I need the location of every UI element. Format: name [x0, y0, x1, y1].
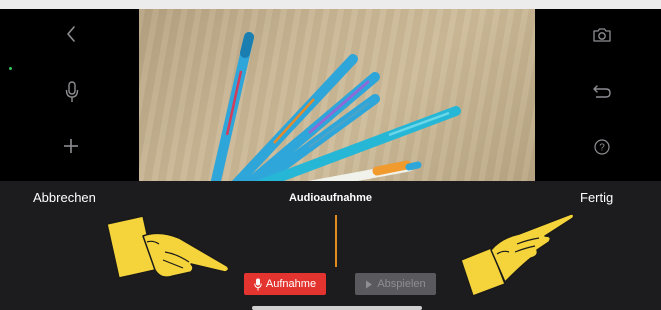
play-icon	[366, 280, 373, 288]
plus-icon[interactable]	[61, 136, 81, 156]
pen-blue-red	[210, 32, 254, 181]
pointing-hand-icon	[460, 213, 575, 297]
play-button[interactable]: Abspielen	[355, 273, 436, 295]
pens-photo	[210, 32, 461, 181]
play-button-label: Abspielen	[377, 278, 426, 290]
home-indicator	[252, 306, 422, 310]
video-preview	[139, 9, 535, 181]
record-button-label: Aufnahme	[265, 278, 317, 290]
microphone-icon[interactable]	[62, 80, 82, 104]
undo-icon[interactable]	[591, 82, 613, 102]
recording-indicator-dot	[9, 67, 12, 70]
panel-title: Audioaufnahme	[288, 192, 373, 204]
help-icon[interactable]: ?	[592, 137, 612, 157]
pointing-hand-icon	[106, 215, 230, 279]
pen-orange-white	[308, 160, 422, 181]
status-bar	[0, 0, 661, 9]
done-button[interactable]: Fertig	[580, 190, 613, 205]
app-window: ? Abbrechen Audioaufnahme Fertig Aufnahm…	[0, 0, 661, 310]
microphone-icon	[254, 278, 262, 290]
playhead[interactable]	[335, 215, 337, 267]
chevron-left-icon[interactable]	[61, 24, 81, 44]
camera-icon[interactable]	[591, 25, 613, 45]
record-button[interactable]: Aufnahme	[244, 273, 326, 295]
svg-text:?: ?	[599, 143, 605, 154]
